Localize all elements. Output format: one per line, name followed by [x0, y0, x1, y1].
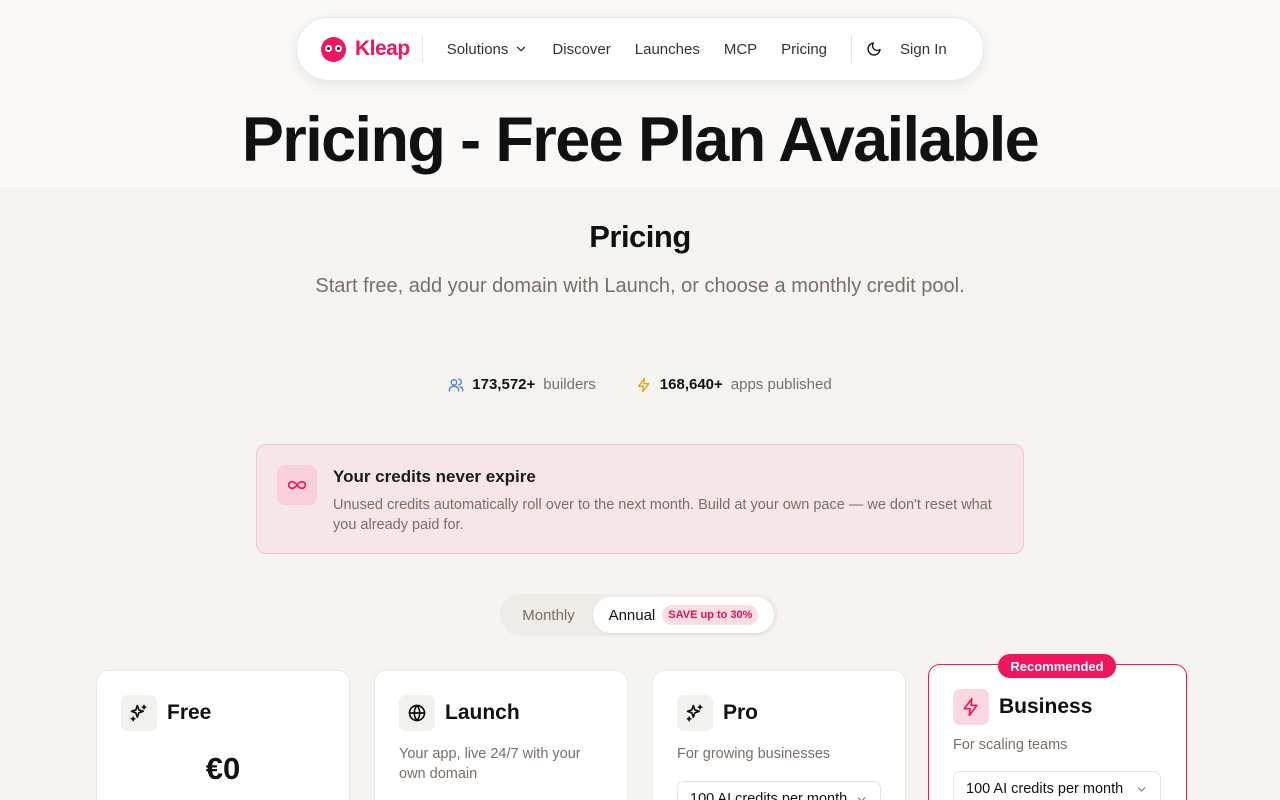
plan-icon-box [953, 689, 989, 725]
nav-links: Solutions Discover Launches MCP Pricing [447, 41, 827, 58]
nav-pricing[interactable]: Pricing [781, 41, 827, 58]
globe-icon [408, 704, 426, 722]
banner-icon-box [277, 465, 317, 505]
plan-price: €0 [205, 751, 241, 786]
credits-select[interactable]: 100 AI credits per month [953, 771, 1161, 800]
stat-builders-label: builders [543, 376, 596, 393]
plan-card-pro: Pro For growing businesses 100 AI credit… [652, 670, 906, 800]
plan-card-header: Launch [399, 695, 603, 731]
theme-toggle-button[interactable] [866, 41, 882, 57]
pricing-subtitle: Start free, add your domain with Launch,… [315, 275, 965, 297]
stat-apps: 168,640+ apps published [636, 376, 832, 393]
credits-select-value: 100 AI credits per month [690, 791, 848, 800]
top-navigation: Kleap Solutions Discover Launches MCP Pr… [296, 17, 984, 81]
sign-in-link[interactable]: Sign In [900, 41, 947, 58]
moon-icon [867, 42, 881, 56]
infinity-icon [287, 480, 307, 490]
plan-name: Free [167, 701, 212, 724]
plan-card-header: Free [121, 695, 325, 731]
chevron-down-icon [857, 796, 866, 800]
brand-logo[interactable]: Kleap [321, 36, 410, 62]
plan-name: Launch [445, 701, 520, 724]
nav-discover[interactable]: Discover [552, 41, 610, 58]
plan-name: Pro [723, 701, 759, 724]
plan-card-launch: Launch Your app, live 24/7 with your own… [374, 670, 628, 800]
chevron-down-icon [1137, 786, 1146, 792]
nav-solutions-label: Solutions [446, 40, 509, 58]
nav-mcp[interactable]: MCP [724, 41, 757, 58]
billing-toggle: Monthly Annual SAVE up to 30% [500, 594, 778, 636]
page-title: Pricing - Free Plan Available [241, 105, 1040, 175]
plan-icon-box [121, 695, 157, 731]
billing-monthly-option[interactable]: Monthly [504, 598, 593, 632]
plan-card-business: Recommended Business For scaling teams 1… [928, 654, 1187, 800]
bolt-icon [963, 697, 978, 717]
banner-text: Unused credits automatically roll over t… [333, 497, 992, 533]
billing-annual-option[interactable]: Annual SAVE up to 30% [593, 597, 774, 633]
plan-description: For growing businesses [677, 746, 831, 762]
plan-icon-box [677, 695, 713, 731]
stat-builders: 173,572+ builders [448, 376, 596, 393]
credits-banner: Your credits never expire Unused credits… [256, 444, 1024, 554]
save-badge: SAVE up to 30% [662, 605, 759, 625]
nav-launches[interactable]: Launches [635, 41, 700, 58]
plan-description: For scaling teams [953, 737, 1068, 753]
bolt-icon [637, 377, 650, 392]
credits-select[interactable]: 100 AI credits per month [677, 781, 881, 800]
plan-name: Business [999, 695, 1093, 718]
stats-row: 173,572+ builders 168,640+ apps publishe… [0, 376, 1280, 393]
billing-annual-label: Annual [608, 606, 656, 624]
banner-body: Your credits never expire Unused credits… [333, 465, 993, 533]
plan-card-header: Business [953, 689, 1162, 725]
kleap-logo-icon [321, 36, 346, 62]
nav-divider [421, 36, 423, 62]
recommended-badge: Recommended [998, 654, 1116, 678]
pricing-heading: Pricing [589, 219, 691, 254]
banner-title: Your credits never expire [333, 467, 536, 486]
plan-card-header: Pro [677, 695, 881, 731]
nav-solutions[interactable]: Solutions [447, 41, 529, 58]
users-icon [448, 378, 464, 392]
plan-description: Your app, live 24/7 with your own domain [399, 746, 581, 782]
plan-icon-box [399, 695, 435, 731]
brand-name: Kleap [355, 37, 410, 60]
stat-apps-value: 168,640+ [659, 376, 723, 393]
credits-select-value: 100 AI credits per month [966, 781, 1124, 797]
stat-apps-label: apps published [730, 376, 832, 393]
stat-builders-value: 173,572+ [472, 376, 536, 393]
chevron-down-icon [517, 46, 526, 52]
sparkles-icon [130, 704, 147, 722]
plan-card-free: Free €0 [96, 670, 350, 800]
sparkles-icon [686, 704, 703, 722]
nav-divider [851, 35, 853, 63]
